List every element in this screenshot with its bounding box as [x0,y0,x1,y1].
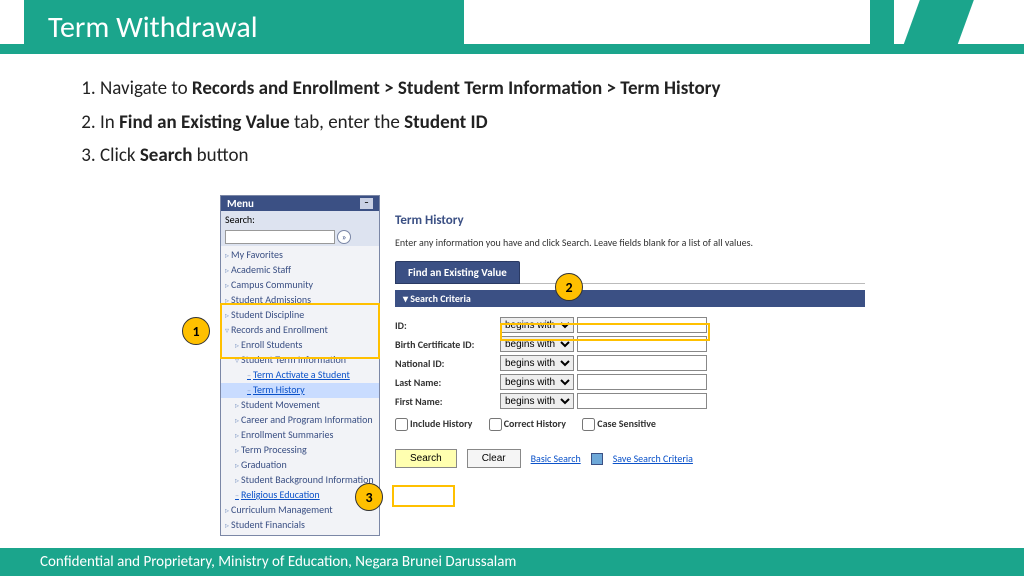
op-last[interactable]: begins with [500,374,574,390]
op-first[interactable]: begins with [500,393,574,409]
menu-student-financials[interactable]: Student Financials [221,518,379,533]
menu-header: Menu – [221,196,379,211]
op-birth[interactable]: begins with [500,336,574,352]
button-row: Search Clear Basic Search Save Search Cr… [395,449,865,468]
check-correct-history[interactable] [489,418,502,431]
menu-enroll-students[interactable]: Enroll Students [221,338,379,353]
clear-button[interactable]: Clear [467,449,521,468]
menu-panel: Menu – Search: » My Favorites Academic S… [220,195,380,536]
menu-term-activate[interactable]: Term Activate a Student [221,368,379,383]
title-bar: Term Withdrawal [0,0,1024,54]
form-grid: ID: begins with Birth Certificate ID: be… [395,317,865,468]
instruction-3: Click Search button [100,143,954,169]
basic-search-link[interactable]: Basic Search [531,452,581,465]
menu-student-discipline[interactable]: Student Discipline [221,308,379,323]
input-national[interactable] [577,355,707,371]
op-national[interactable]: begins with [500,355,574,371]
menu-student-term-info[interactable]: Student Term Information [221,353,379,368]
menu-curriculum-mgmt[interactable]: Curriculum Management [221,503,379,518]
menu-campus-community[interactable]: Campus Community [221,278,379,293]
callout-1: 1 [182,317,210,345]
instruction-1: Navigate to Records and Enrollment > Stu… [100,76,954,102]
menu-enrollment-summaries[interactable]: Enrollment Summaries [221,428,379,443]
menu-student-admissions[interactable]: Student Admissions [221,293,379,308]
menu-student-background[interactable]: Student Background Information [221,473,379,488]
instruction-2: In Find an Existing Value tab, enter the… [100,110,954,136]
row-birth: Birth Certificate ID: begins with [395,336,865,352]
search-criteria-header[interactable]: Search Criteria [395,290,865,307]
footer-text: Confidential and Proprietary, Ministry o… [40,553,516,571]
check-row: Include History Correct History Case Sen… [395,417,865,431]
search-button[interactable]: Search [395,449,457,468]
menu-student-movement[interactable]: Student Movement [221,398,379,413]
row-id: ID: begins with [395,317,865,333]
title-block: Term Withdrawal [24,0,464,54]
footer: Confidential and Proprietary, Ministry o… [0,548,1024,576]
menu-search: Search: [221,211,379,228]
highlight-search-btn [392,485,455,507]
input-first[interactable] [577,393,707,409]
title-decor-bar [870,0,894,54]
save-criteria-link[interactable]: Save Search Criteria [613,452,693,465]
menu-career-program[interactable]: Career and Program Information [221,413,379,428]
check-case-sensitive[interactable] [582,418,595,431]
callout-2: 2 [555,273,583,301]
menu-search-input[interactable] [225,230,335,244]
input-id[interactable] [577,317,707,333]
menu-term-processing[interactable]: Term Processing [221,443,379,458]
row-last: Last Name: begins with [395,374,865,390]
menu-academic-staff[interactable]: Academic Staff [221,263,379,278]
menu-search-label: Search: [225,213,255,226]
input-birth[interactable] [577,336,707,352]
op-id[interactable]: begins with [500,317,574,333]
callout-3: 3 [355,483,383,511]
menu-graduation[interactable]: Graduation [221,458,379,473]
form-hint: Enter any information you have and click… [395,236,865,249]
menu-search-go-icon[interactable]: » [337,230,351,244]
check-include-history[interactable] [395,418,408,431]
tab-find-existing[interactable]: Find an Existing Value [395,261,520,284]
screenshot-mock: Menu – Search: » My Favorites Academic S… [160,195,880,530]
form-heading: Term History [395,213,865,228]
save-icon [591,453,603,465]
menu-minimize-icon[interactable]: – [360,198,373,209]
row-national: National ID: begins with [395,355,865,371]
menu-term-history[interactable]: Term History [221,383,379,398]
form-panel: Term History Enter any information you h… [395,213,865,468]
instructions: Navigate to Records and Enrollment > Stu… [0,54,1024,187]
row-first: First Name: begins with [395,393,865,409]
input-last[interactable] [577,374,707,390]
menu-my-favorites[interactable]: My Favorites [221,248,379,263]
slide-title: Term Withdrawal [48,9,258,46]
menu-records-enrollment[interactable]: Records and Enrollment [221,323,379,338]
